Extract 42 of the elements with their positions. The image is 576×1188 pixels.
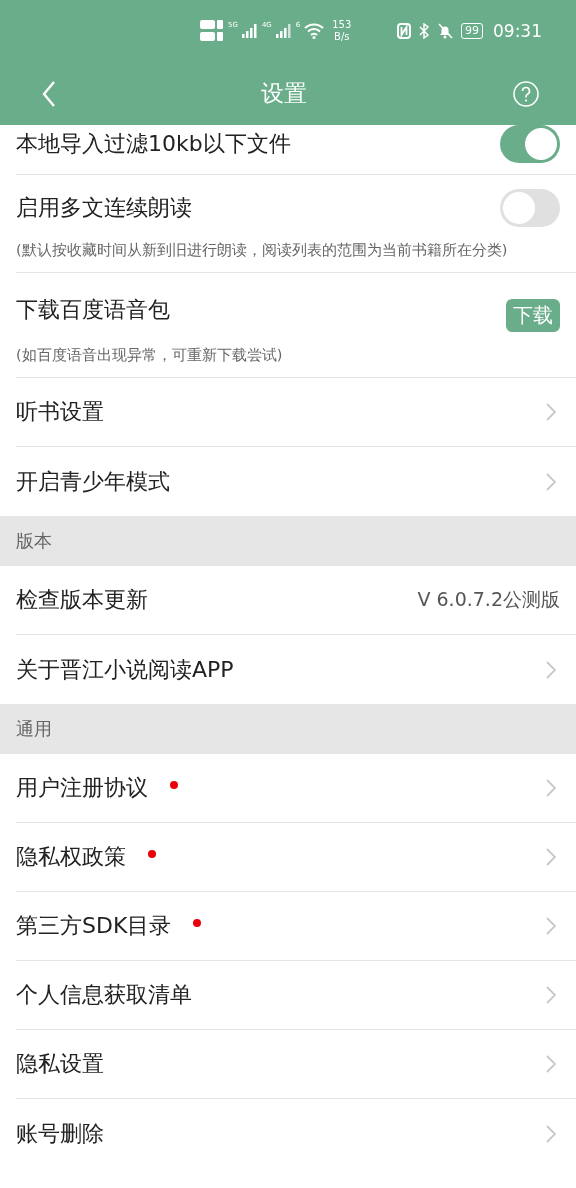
setting-label: 隐私设置 (16, 1050, 104, 1078)
chevron-right-icon (546, 1124, 556, 1143)
section-header: 版本 (0, 516, 576, 566)
setting-label: 隐私权政策 (16, 843, 126, 871)
signal-icon (241, 24, 258, 38)
signal-icon (275, 24, 292, 38)
mute-bell-icon (437, 23, 453, 39)
chevron-right-icon (546, 986, 556, 1004)
setting-label: 第三方SDK目录 (16, 912, 172, 940)
chevron-right-icon (546, 1055, 556, 1073)
battery-icon: 99 (461, 23, 483, 39)
version-value: V 6.0.7.2公测版 (417, 587, 560, 612)
chevron-right-icon (546, 917, 556, 935)
chevron-right-icon (546, 403, 556, 421)
setting-note: (默认按收藏时间从新到旧进行朗读，阅读列表的范围为当前书籍所在分类) (16, 241, 509, 260)
sim-hd-icon (200, 19, 224, 43)
toggle-switch[interactable] (500, 189, 560, 227)
setting-label: 关于晋江小说阅读APP (16, 655, 234, 684)
chevron-right-icon (546, 779, 556, 797)
clock: 09:31 (493, 21, 542, 41)
setting-note: (如百度语音出现异常，可重新下载尝试) (16, 346, 284, 365)
setting-label: 用户注册协议 (16, 774, 148, 802)
section-header: 通用 (0, 704, 576, 754)
network-speed-unit: B/s (334, 31, 350, 43)
setting-label: 账号删除 (16, 1119, 104, 1148)
chevron-right-icon (546, 848, 556, 866)
bluetooth-icon (419, 23, 429, 39)
setting-label: 听书设置 (16, 398, 104, 426)
setting-label: 下载百度语音包 (16, 295, 170, 324)
nfc-icon (397, 23, 411, 39)
setting-label: 启用多文连续朗读 (16, 194, 192, 222)
setting-label: 本地导入过滤10kb以下文件 (16, 130, 291, 158)
toggle-switch[interactable] (500, 125, 560, 163)
setting-label: 个人信息获取清单 (16, 981, 192, 1009)
chevron-right-icon (546, 472, 556, 491)
page-title: 设置 (261, 79, 307, 108)
setting-label: 开启青少年模式 (16, 467, 170, 496)
chevron-right-icon (546, 660, 556, 679)
download-button[interactable]: 下载 (506, 299, 560, 332)
network-speed: 153 (332, 19, 352, 31)
wifi-icon (304, 23, 325, 39)
setting-label: 检查版本更新 (16, 586, 148, 614)
